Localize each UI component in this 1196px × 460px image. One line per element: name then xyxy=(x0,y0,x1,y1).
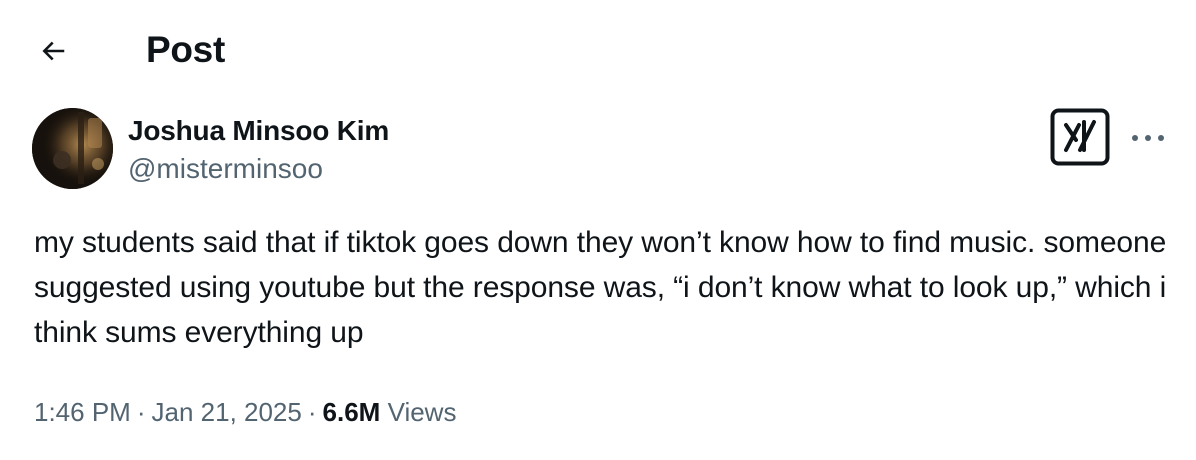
grok-icon xyxy=(1050,108,1110,166)
page-header: Post xyxy=(0,0,1196,100)
more-dots-icon xyxy=(1132,135,1164,141)
author-handle[interactable]: @misterminsoo xyxy=(128,152,323,186)
avatar[interactable] xyxy=(32,108,113,189)
tweet-time[interactable]: 1:46 PM xyxy=(34,394,131,430)
tweet-meta: 1:46 PM · Jan 21, 2025 · 6.6M Views xyxy=(34,394,456,430)
tweet-text: my students said that if tiktok goes dow… xyxy=(34,226,1167,349)
avatar-image xyxy=(32,108,113,189)
back-button[interactable] xyxy=(30,28,76,74)
meta-separator: · xyxy=(307,397,317,427)
arrow-left-icon xyxy=(42,41,65,61)
author-name[interactable]: Joshua Minsoo Kim xyxy=(128,114,389,148)
page-title: Post xyxy=(146,29,225,70)
author-row: Joshua Minsoo Kim @misterminsoo xyxy=(32,108,1172,192)
views-count: 6.6M xyxy=(322,397,381,427)
tweet-date[interactable]: Jan 21, 2025 xyxy=(152,394,302,430)
views-label: Views xyxy=(387,397,457,427)
grok-button[interactable] xyxy=(1050,108,1110,166)
meta-separator: · xyxy=(136,397,146,427)
more-options-button[interactable] xyxy=(1126,116,1170,160)
